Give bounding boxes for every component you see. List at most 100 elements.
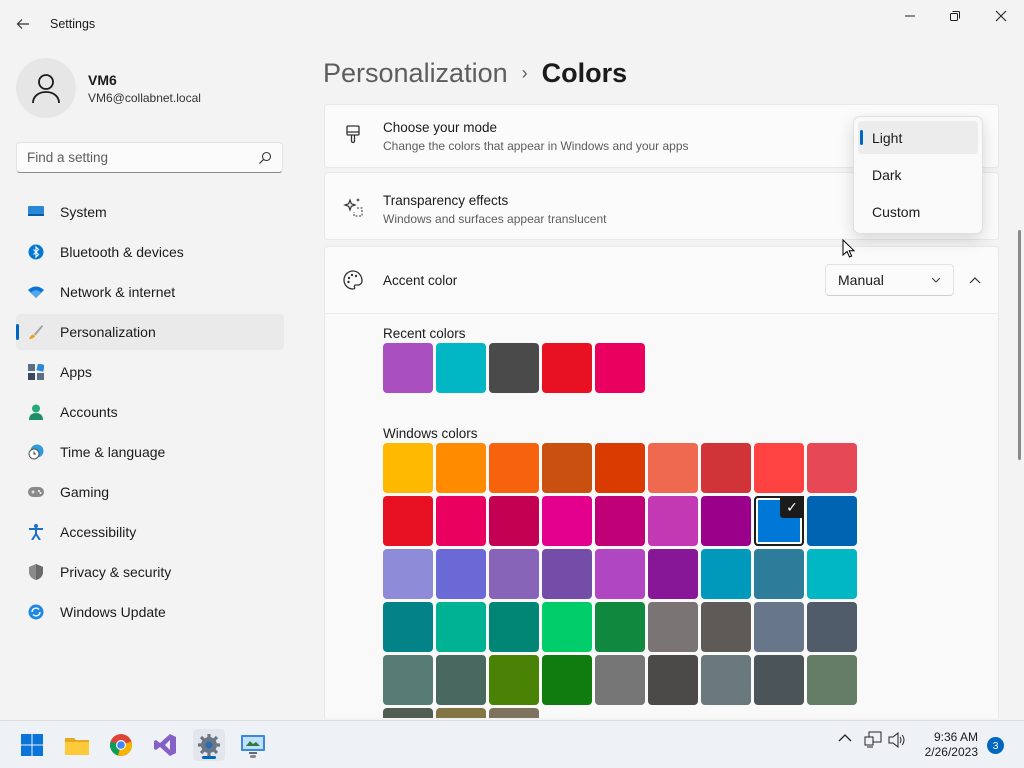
color-swatch[interactable] [807,496,857,546]
taskbar-chrome[interactable] [105,729,137,761]
color-swatch[interactable] [436,443,486,493]
sidebar-item-personalization[interactable]: Personalization [16,314,284,350]
color-swatch[interactable] [436,602,486,652]
file-explorer-icon [65,738,89,755]
color-swatch[interactable] [383,343,433,393]
color-swatch[interactable] [648,602,698,652]
taskbar-file-explorer[interactable] [61,729,93,761]
color-swatch[interactable] [595,602,645,652]
notification-badge[interactable]: 3 [987,737,1004,754]
sidebar-item-apps[interactable]: Apps [16,354,284,390]
sidebar-item-network[interactable]: Network & internet [16,274,284,310]
windows-colors-label: Windows colors [383,426,478,441]
search-box[interactable] [16,142,283,173]
taskbar-remote-desktop[interactable] [237,729,269,761]
minimize-icon [905,15,915,17]
apps-icon [28,364,44,380]
color-swatch[interactable] [807,443,857,493]
color-swatch-selected[interactable]: ✓ [754,496,804,546]
color-swatch[interactable] [436,496,486,546]
color-swatch[interactable] [436,343,486,393]
color-swatch[interactable] [542,343,592,393]
sidebar-item-accounts[interactable]: Accounts [16,394,284,430]
running-app-indicator [250,755,256,758]
color-swatch[interactable] [436,549,486,599]
color-swatch[interactable] [383,708,433,718]
color-swatch[interactable] [595,443,645,493]
color-swatch[interactable] [754,655,804,705]
color-swatch[interactable] [754,602,804,652]
remote-desktop-icon [241,735,265,754]
start-button[interactable] [16,729,48,761]
color-swatch[interactable] [595,343,645,393]
profile-email: VM6@collabnet.local [88,90,201,105]
color-swatch[interactable] [542,655,592,705]
accent-mode-dropdown[interactable]: Manual [825,264,954,296]
breadcrumb-parent[interactable]: Personalization [323,58,508,89]
scrollbar[interactable] [1018,230,1021,460]
color-swatch[interactable] [807,602,857,652]
sidebar-item-label: Network & internet [60,284,176,300]
color-swatch[interactable] [542,443,592,493]
color-swatch[interactable] [383,655,433,705]
color-swatch[interactable] [542,549,592,599]
color-swatch[interactable] [489,443,539,493]
mode-option-light[interactable]: Light [858,121,978,154]
color-swatch[interactable] [489,549,539,599]
sidebar-item-label: Accessibility [60,524,137,540]
color-swatch[interactable] [595,496,645,546]
collapse-button[interactable] [962,268,988,292]
user-profile[interactable]: VM6 VM6@collabnet.local [16,58,201,118]
mode-option-custom[interactable]: Custom [858,195,978,228]
color-swatch[interactable] [436,655,486,705]
network-icon[interactable] [864,731,882,752]
search-input[interactable] [27,150,247,165]
color-swatch[interactable] [489,708,539,718]
color-swatch[interactable] [489,343,539,393]
color-swatch[interactable] [383,602,433,652]
color-swatch[interactable] [383,443,433,493]
app-title: Settings [50,17,96,31]
color-swatch[interactable] [595,655,645,705]
color-swatch[interactable] [807,655,857,705]
color-swatch[interactable] [489,496,539,546]
color-swatch[interactable] [807,549,857,599]
color-swatch[interactable] [648,549,698,599]
color-swatch[interactable] [701,443,751,493]
color-swatch[interactable] [701,496,751,546]
sidebar-item-windows-update[interactable]: Windows Update [16,594,284,630]
color-swatch[interactable] [648,496,698,546]
sidebar-item-system[interactable]: System [16,194,284,230]
color-swatch[interactable] [754,443,804,493]
color-swatch[interactable] [489,655,539,705]
sidebar-item-bluetooth[interactable]: Bluetooth & devices [16,234,284,270]
color-swatch[interactable] [754,549,804,599]
sidebar-item-accessibility[interactable]: Accessibility [16,514,284,550]
volume-icon[interactable] [888,731,906,752]
close-button[interactable] [978,0,1024,32]
back-button[interactable] [8,10,38,38]
system-clock[interactable]: 9:36 AM 2/26/2023 [910,730,978,760]
color-swatch[interactable] [701,549,751,599]
color-swatch[interactable] [648,443,698,493]
color-swatch[interactable] [436,708,486,718]
color-swatch[interactable] [701,602,751,652]
color-swatch[interactable] [648,655,698,705]
color-swatch[interactable] [542,496,592,546]
color-swatch[interactable] [542,602,592,652]
color-swatch[interactable] [595,549,645,599]
mode-dropdown-menu: Light Dark Custom [853,116,983,234]
mode-option-dark[interactable]: Dark [858,158,978,191]
taskbar-visual-studio[interactable] [149,729,181,761]
sidebar-item-time-language[interactable]: Time & language [16,434,284,470]
color-swatch[interactable] [383,496,433,546]
color-swatch[interactable] [701,655,751,705]
restore-button[interactable] [932,0,978,32]
color-swatch[interactable] [383,549,433,599]
color-swatch[interactable] [489,602,539,652]
sidebar-item-privacy[interactable]: Privacy & security [16,554,284,590]
minimize-button[interactable] [887,0,933,32]
sidebar-item-gaming[interactable]: Gaming [16,474,284,510]
taskbar-settings[interactable] [193,729,225,761]
chevron-up-icon[interactable] [838,731,852,746]
